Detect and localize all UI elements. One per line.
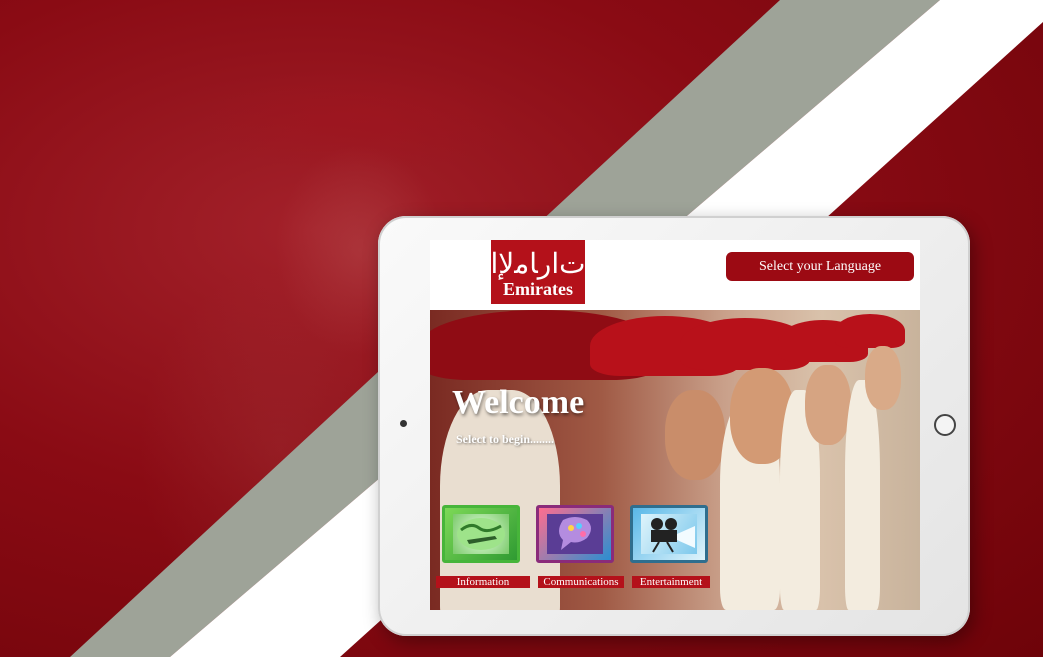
- crew-photo-face: [805, 365, 851, 445]
- tablet-screen: ﺕﺍﺭﺎﻣﻹﺍ Emirates Select your Language We…: [430, 240, 920, 610]
- globe-plane-icon: [453, 514, 509, 554]
- communications-tile[interactable]: [536, 505, 614, 563]
- welcome-subtitle: Select to begin........: [456, 432, 554, 446]
- information-tile[interactable]: [442, 505, 520, 563]
- crew-photo-face: [665, 390, 725, 480]
- entertainment-tile[interactable]: [630, 505, 708, 563]
- entertainment-label[interactable]: Entertainment: [632, 576, 710, 588]
- crew-photo-face: [865, 346, 901, 410]
- information-label[interactable]: Information: [436, 576, 530, 588]
- speech-world-icon: [547, 514, 603, 554]
- crew-photo-scarf: [845, 380, 880, 610]
- emirates-logo[interactable]: ﺕﺍﺭﺎﻣﻹﺍ Emirates: [491, 240, 585, 304]
- camera-icon: [400, 420, 407, 427]
- hero-banner: Welcome Select to begin........ Informat…: [430, 310, 920, 610]
- logo-calligraphy: ﺕﺍﺭﺎﻣﻹﺍ: [490, 247, 586, 280]
- app-header: ﺕﺍﺭﺎﻣﻹﺍ Emirates Select your Language: [430, 240, 920, 310]
- welcome-title: Welcome: [452, 384, 585, 421]
- tablet-frame: ﺕﺍﺭﺎﻣﻹﺍ Emirates Select your Language We…: [378, 216, 970, 636]
- movie-projector-icon: [641, 514, 697, 554]
- home-button[interactable]: [934, 414, 956, 436]
- crew-photo-hat: [835, 314, 905, 348]
- logo-text: Emirates: [503, 279, 573, 299]
- select-language-button[interactable]: Select your Language: [726, 252, 914, 281]
- communications-label[interactable]: Communications: [538, 576, 624, 588]
